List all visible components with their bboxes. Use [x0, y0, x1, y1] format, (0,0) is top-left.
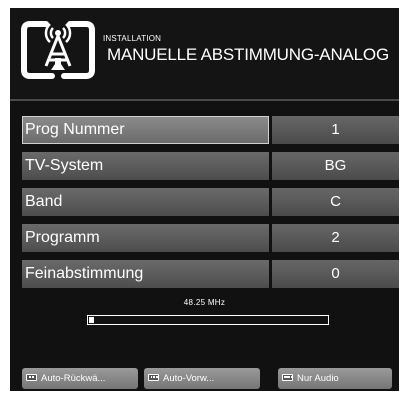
auto-search-backward-button[interactable]: Auto-Rückwä... — [22, 368, 138, 389]
menu-row-band[interactable]: Band C — [22, 188, 399, 216]
tuning-progress-fill — [89, 317, 94, 323]
menu-header: INSTALLATION MANUELLE ABSTIMMUNG-ANALOG — [10, 8, 399, 98]
remote-key-icon — [282, 373, 293, 381]
menu-row-value[interactable]: 1 — [272, 116, 399, 144]
tuning-progress-bar — [87, 315, 329, 325]
section-label: INSTALLATION — [103, 34, 162, 43]
menu-row-value[interactable]: C — [272, 188, 399, 216]
menu-row-label: TV-System — [22, 152, 269, 180]
menu-row-programm[interactable]: Programm 2 — [22, 224, 399, 252]
remote-key-icon — [26, 373, 37, 381]
menu-row-tv-system[interactable]: TV-System BG — [22, 152, 399, 180]
tv-antenna-icon — [21, 21, 95, 79]
button-label: Nur Audio — [297, 373, 339, 384]
auto-search-forward-button[interactable]: Auto-Vorw... — [144, 368, 260, 389]
menu-row-feinabstimmung[interactable]: Feinabstimmung 0 — [22, 260, 399, 288]
header-divider — [10, 99, 399, 101]
menu-row-label: Feinabstimmung — [22, 260, 269, 288]
frequency-readout: 48.25 MHz — [183, 298, 226, 307]
settings-menu: Prog Nummer 1 TV-System BG Band C Progra… — [22, 116, 399, 296]
page-title: MANUELLE ABSTIMMUNG-ANALOG — [107, 45, 389, 64]
menu-row-label: Prog Nummer — [22, 116, 269, 144]
menu-row-prog-nummer[interactable]: Prog Nummer 1 — [22, 116, 399, 144]
button-label: Auto-Rückwä... — [41, 373, 106, 384]
remote-key-icon — [148, 373, 159, 381]
tv-menu-screen: INSTALLATION MANUELLE ABSTIMMUNG-ANALOG … — [10, 8, 399, 391]
menu-row-value[interactable]: 0 — [272, 260, 399, 288]
menu-row-label: Programm — [22, 224, 269, 252]
menu-row-value[interactable]: BG — [272, 152, 399, 180]
menu-row-value[interactable]: 2 — [272, 224, 399, 252]
menu-row-label: Band — [22, 188, 269, 216]
button-label: Auto-Vorw... — [163, 373, 215, 384]
audio-only-button[interactable]: Nur Audio — [278, 368, 392, 389]
